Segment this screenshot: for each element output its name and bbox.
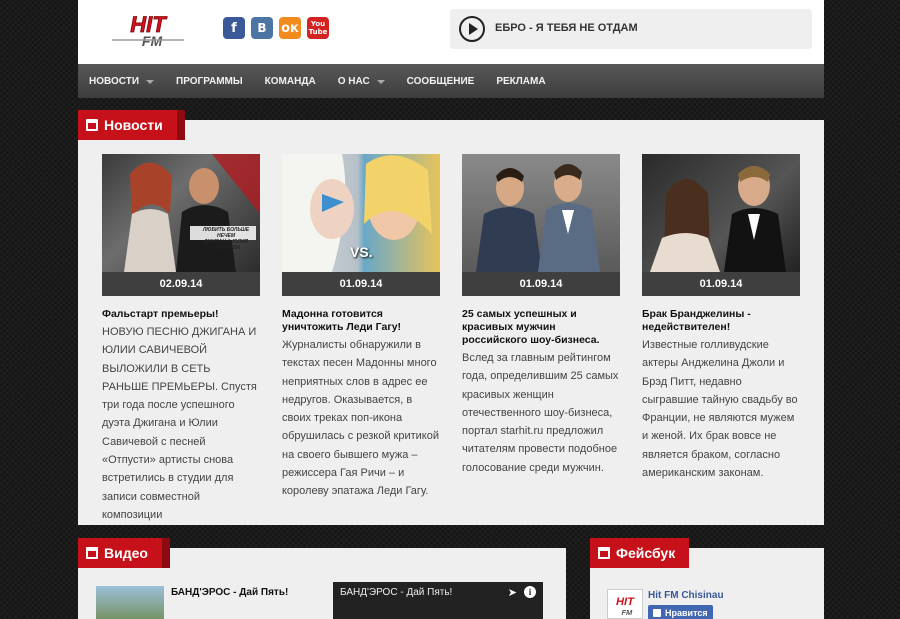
vs-caption: VS. [350,244,373,260]
video-player-title: БАНД'ЭРОС - Дай Пять! [340,587,453,598]
main-nav: НОВОСТИ ПРОГРАММЫ КОМАНДА О НАС СООБЩЕНИ… [78,64,824,98]
odnoklassniki-icon[interactable]: ок [279,17,301,39]
nav-item-team[interactable]: КОМАНДА [265,76,316,87]
nav-item-message[interactable]: СООБЩЕНИЕ [407,76,475,87]
like-button[interactable]: Нравится [648,605,713,619]
chevron-down-icon [146,79,155,84]
news-thumbnail[interactable] [462,154,620,272]
news-heading: Новости [78,110,185,140]
site-header: HIT FM f В ок You Tube ЕБРО - Я ТЕБЯ НЕ … [78,0,824,64]
vkontakte-icon[interactable]: В [251,17,273,39]
facebook-heading: Фейсбук [590,538,690,568]
news-title[interactable]: 25 самых успешных и красивых мужчин росс… [462,308,620,347]
news-card[interactable]: 01.09.14 25 самых успешных и красивых му… [462,154,620,477]
facebook-box-icon [598,547,610,559]
nav-item-ads[interactable]: РЕКЛАМА [496,76,545,87]
chevron-down-icon [376,79,385,84]
video-player[interactable]: БАНД'ЭРОС - Дай Пять! ➤ i [333,582,543,619]
facebook-icon[interactable]: f [223,17,245,39]
youtube-icon[interactable]: You Tube [307,17,329,39]
news-section: Новости ЛЮБИТЬ БОЛЬШЕ НЕЧЕМ ДЖИГАН & ЮЛИ… [78,110,824,525]
play-button[interactable] [459,16,485,42]
nav-item-news[interactable]: НОВОСТИ [89,76,155,87]
news-title[interactable]: Брак Бранджелины - недействителен! [642,308,800,334]
news-excerpt: Вслед за главным рейтингом года, определ… [462,352,619,474]
news-excerpt: Журналисты обнаружили в текстах песен Ма… [282,339,440,498]
news-date: 01.09.14 [462,272,620,296]
news-thumbnail[interactable] [642,154,800,272]
now-playing-text: ЕБРО - Я ТЕБЯ НЕ ОТДАМ [495,22,638,34]
news-date: 01.09.14 [282,272,440,296]
facebook-section: Фейсбук HIT FM Hit FM Chisinau Нравится [590,538,824,619]
svg-text:HIT: HIT [616,596,635,608]
video-camera-icon [86,547,98,559]
news-date: 02.09.14 [102,272,260,296]
hitfm-logo[interactable]: HIT FM [106,10,190,48]
thumbnail-caption: ЛЮБИТЬ БОЛЬШЕ НЕЧЕМ ДЖИГАН & ЮЛИЯ САВИЧЕ… [202,227,250,251]
share-icon[interactable]: ➤ [508,586,517,599]
thumbs-up-icon [653,608,661,617]
video-title[interactable]: БАНД'ЭРОС - Дай Пять! [171,587,288,598]
social-links: f В ок You Tube [223,17,329,39]
video-heading: Видео [78,538,170,568]
facebook-page-name[interactable]: Hit FM Chisinau [648,590,724,601]
news-excerpt: НОВУЮ ПЕСНЮ ДЖИГАНА И ЮЛИИ САВИЧЕВОЙ ВЫЛ… [102,326,257,521]
news-date: 01.09.14 [642,272,800,296]
nav-item-about[interactable]: О НАС [338,76,385,87]
radio-player: ЕБРО - Я ТЕБЯ НЕ ОТДАМ [450,9,812,49]
news-card[interactable]: VS. 01.09.14 Мадонна готовится уничтожит… [282,154,440,501]
news-title[interactable]: Мадонна готовится уничтожить Леди Гагу! [282,308,440,334]
news-thumbnail[interactable]: VS. [282,154,440,272]
news-excerpt: Известные голливудские актеры Анджелина … [642,339,798,480]
calendar-icon [86,119,98,131]
nav-item-programs[interactable]: ПРОГРАММЫ [176,76,243,87]
news-card[interactable]: ЛЮБИТЬ БОЛЬШЕ НЕЧЕМ ДЖИГАН & ЮЛИЯ САВИЧЕ… [102,154,260,523]
news-card[interactable]: 01.09.14 Брак Бранджелины - недействител… [642,154,800,482]
news-title[interactable]: Фальстарт премьеры! [102,308,260,321]
hitfm-page-avatar[interactable]: HIT FM [607,589,643,619]
svg-text:FM: FM [621,608,633,617]
video-thumbnail[interactable] [96,586,164,619]
news-thumbnail[interactable]: ЛЮБИТЬ БОЛЬШЕ НЕЧЕМ ДЖИГАН & ЮЛИЯ САВИЧЕ… [102,154,260,272]
info-icon[interactable]: i [524,586,536,598]
video-section: Видео БАНД'ЭРОС - Дай Пять! БАНД'ЭРОС - … [78,538,566,619]
